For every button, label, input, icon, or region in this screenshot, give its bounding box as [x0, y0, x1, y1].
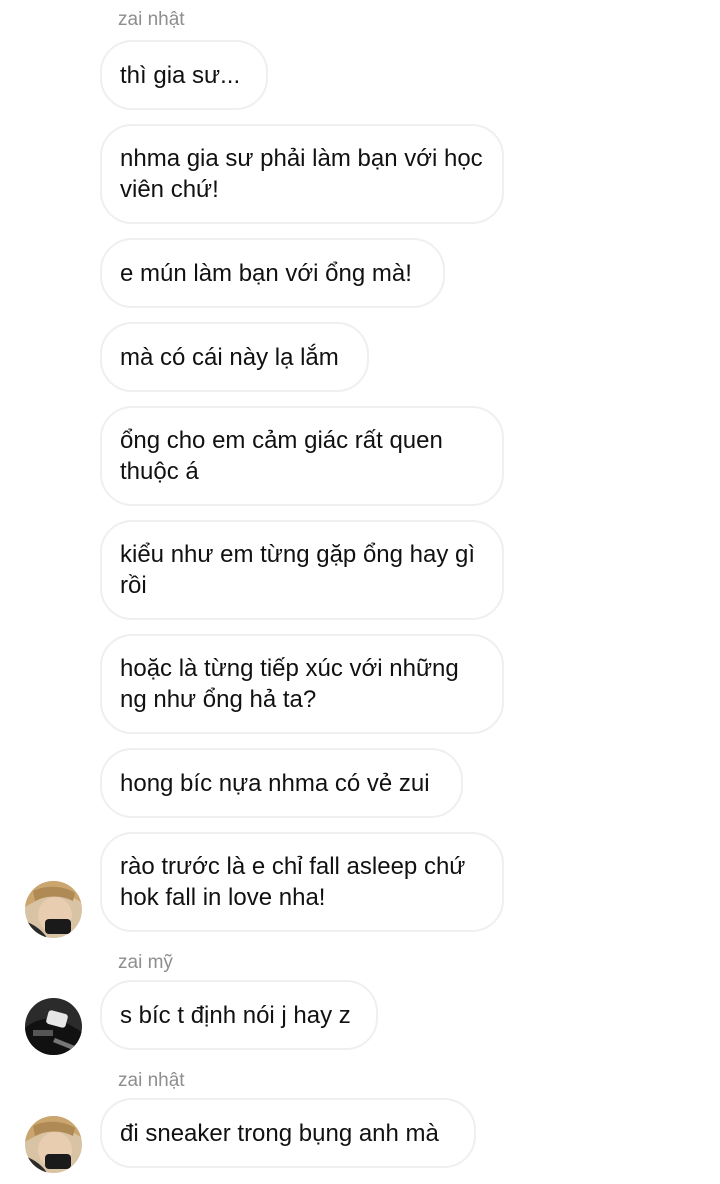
message-bubble[interactable]: ổng cho em cảm giác rất quen thuộc á: [100, 406, 504, 506]
message-bubble[interactable]: s bíc t định nói j hay z: [100, 980, 378, 1050]
message-bubble[interactable]: nhma gia sư phải làm bạn với học viên ch…: [100, 124, 504, 224]
sender-name: zai mỹ: [118, 952, 173, 973]
message-bubble[interactable]: hong bíc nựa nhma có vẻ zui: [100, 748, 463, 818]
message-bubble[interactable]: kiểu như em từng gặp ổng hay gì rồi: [100, 520, 504, 620]
message-text: nhma gia sư phải làm bạn với học viên ch…: [120, 145, 483, 203]
message-bubble[interactable]: mà có cái này lạ lắm: [100, 322, 369, 392]
message-text: hong bíc nựa nhma có vẻ zui: [120, 769, 430, 797]
message-text: mà có cái này lạ lắm: [120, 343, 339, 371]
message-bubble[interactable]: đi sneaker trong bụng anh mà: [100, 1098, 476, 1168]
message-bubble[interactable]: hoặc là từng tiếp xúc với những ng như ổ…: [100, 634, 504, 734]
message-text: ổng cho em cảm giác rất quen thuộc á: [120, 427, 443, 485]
message-bubble[interactable]: e mún làm bạn với ổng mà!: [100, 238, 445, 308]
message-text: hoặc là từng tiếp xúc với những ng như ổ…: [120, 655, 459, 713]
message-bubble[interactable]: thì gia sư...: [100, 40, 268, 110]
message-text: thì gia sư...: [120, 61, 241, 89]
avatar[interactable]: [25, 998, 82, 1055]
message-text: kiểu như em từng gặp ổng hay gì rồi: [120, 541, 476, 599]
avatar[interactable]: [25, 881, 82, 938]
message-bubble[interactable]: rào trước là e chỉ fall asleep chứ hok f…: [100, 832, 504, 932]
sender-name: zai nhật: [118, 1070, 185, 1091]
sender-name: zai nhật: [118, 9, 185, 30]
message-text: s bíc t định nói j hay z: [120, 1001, 351, 1029]
message-text: e mún làm bạn với ổng mà!: [120, 259, 412, 287]
avatar[interactable]: [25, 1116, 82, 1173]
message-text: đi sneaker trong bụng anh mà: [120, 1119, 439, 1147]
message-text: rào trước là e chỉ fall asleep chứ hok f…: [120, 853, 466, 911]
